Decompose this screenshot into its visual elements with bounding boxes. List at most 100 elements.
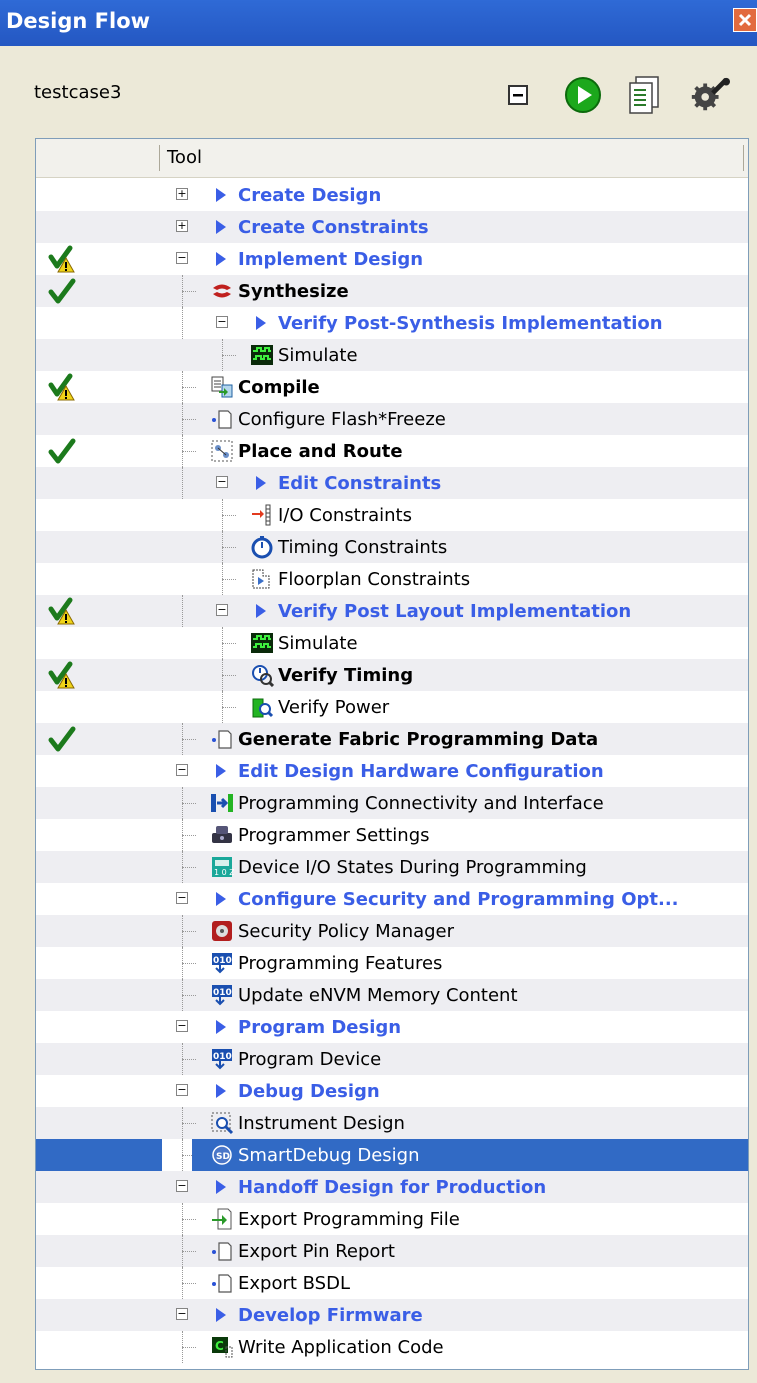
tree-item-label[interactable]: Configure Flash*Freeze — [232, 409, 446, 430]
tree-item-label[interactable]: Verify Timing — [272, 665, 413, 686]
tree-item-label[interactable]: Develop Firmware — [232, 1305, 423, 1326]
tree-row[interactable]: − Program Design — [36, 1011, 748, 1043]
tree-row[interactable]: Verify Power — [36, 691, 748, 723]
collapse-node-icon[interactable]: − — [176, 892, 188, 904]
collapse-node-icon[interactable]: − — [176, 1180, 188, 1192]
column-tool-header[interactable]: Tool — [167, 147, 202, 168]
tree-row[interactable]: − Verify Post-Synthesis Implementation — [36, 307, 748, 339]
collapse-node-icon[interactable]: − — [216, 316, 228, 328]
tree-item-label[interactable]: Program Device — [232, 1049, 381, 1070]
tree-item-label[interactable]: Debug Design — [232, 1081, 380, 1102]
tree-item-label[interactable]: Programmer Settings — [232, 825, 430, 846]
tree-row[interactable]: Security Policy Manager — [36, 915, 748, 947]
tree-item-label[interactable]: Handoff Design for Production — [232, 1177, 546, 1198]
tree-row[interactable]: C Write Application Code — [36, 1331, 748, 1363]
tree-row[interactable]: Compile — [36, 371, 748, 403]
tree-row[interactable]: Timing Constraints — [36, 531, 748, 563]
tree-row[interactable]: Programmer Settings — [36, 819, 748, 851]
tree-row[interactable]: + Create Design — [36, 179, 748, 211]
expand-icon[interactable]: + — [176, 220, 188, 232]
tree-row[interactable]: Configure Flash*Freeze — [36, 403, 748, 435]
project-name: testcase3 — [34, 82, 122, 103]
collapse-node-icon[interactable]: − — [176, 764, 188, 776]
tree-item-label[interactable]: Update eNVM Memory Content — [232, 985, 518, 1006]
tree-row[interactable]: − Debug Design — [36, 1075, 748, 1107]
tree-item-label[interactable]: Edit Design Hardware Configuration — [232, 761, 604, 782]
io-constraints-icon — [250, 503, 274, 527]
tree-row[interactable]: − Verify Post Layout Implementation — [36, 595, 748, 627]
collapse-node-icon[interactable]: − — [216, 604, 228, 616]
tree-item-label[interactable]: Programming Connectivity and Interface — [232, 793, 604, 814]
tree-item-label[interactable]: Device I/O States During Programming — [232, 857, 587, 878]
design-flow-tree: Tool + Create Design + Create Constraints − I… — [35, 138, 749, 1370]
tree-row[interactable]: Export BSDL — [36, 1267, 748, 1299]
tree-row[interactable]: Programming Connectivity and Interface — [36, 787, 748, 819]
collapse-icon[interactable] — [497, 74, 539, 116]
collapse-node-icon[interactable]: − — [176, 1084, 188, 1096]
tree-item-label[interactable]: Export Pin Report — [232, 1241, 395, 1262]
group-arrow-icon — [256, 604, 266, 618]
tree-item-label[interactable]: Write Application Code — [232, 1337, 444, 1358]
tree-item-label[interactable]: Implement Design — [232, 249, 423, 270]
tree-item-label[interactable]: Simulate — [272, 345, 358, 366]
check-icon — [48, 277, 76, 305]
tree-row[interactable]: − Edit Design Hardware Configuration — [36, 755, 748, 787]
tree-item-label[interactable]: Place and Route — [232, 441, 403, 462]
tree-item-label[interactable]: Synthesize — [232, 281, 349, 302]
collapse-node-icon[interactable]: − — [176, 1020, 188, 1032]
tree-row[interactable]: 010 Update eNVM Memory Content — [36, 979, 748, 1011]
tree-row[interactable]: − Edit Constraints — [36, 467, 748, 499]
tree-item-label[interactable]: Verify Power — [272, 697, 389, 718]
tree-row[interactable]: + Create Constraints — [36, 211, 748, 243]
tree-item-label[interactable]: I/O Constraints — [272, 505, 412, 526]
tree-item-label[interactable]: Edit Constraints — [272, 473, 441, 494]
tree-row[interactable]: Simulate — [36, 627, 748, 659]
tree-row[interactable]: − Handoff Design for Production — [36, 1171, 748, 1203]
status-cell — [36, 851, 162, 883]
tree-item-label[interactable]: Security Policy Manager — [232, 921, 454, 942]
status-cell — [36, 435, 162, 467]
tree-item-label[interactable]: Configure Security and Programming Opt..… — [232, 889, 679, 910]
tree-item-label[interactable]: Create Design — [232, 185, 381, 206]
expand-icon[interactable]: + — [176, 188, 188, 200]
tree-row[interactable]: Place and Route — [36, 435, 748, 467]
tree-row[interactable]: − Implement Design — [36, 243, 748, 275]
collapse-node-icon[interactable]: − — [216, 476, 228, 488]
collapse-node-icon[interactable]: − — [176, 252, 188, 264]
tree-row[interactable]: 010 Programming Features — [36, 947, 748, 979]
tree-row[interactable]: Floorplan Constraints — [36, 563, 748, 595]
tree-row[interactable]: Simulate — [36, 339, 748, 371]
tree-row[interactable]: − Configure Security and Programming Opt.… — [36, 883, 748, 915]
tree-item-label[interactable]: Export BSDL — [232, 1273, 350, 1294]
tree-row[interactable]: Generate Fabric Programming Data — [36, 723, 748, 755]
tree-item-label[interactable]: Programming Features — [232, 953, 442, 974]
tree-item-label[interactable]: Simulate — [272, 633, 358, 654]
tree-row[interactable]: Export Programming File — [36, 1203, 748, 1235]
run-icon[interactable] — [562, 74, 604, 116]
tree-item-label[interactable]: Timing Constraints — [272, 537, 447, 558]
tree-item-label[interactable]: Compile — [232, 377, 320, 398]
tree-row[interactable]: Export Pin Report — [36, 1235, 748, 1267]
tree-row[interactable]: Instrument Design — [36, 1107, 748, 1139]
close-icon[interactable] — [733, 8, 757, 32]
tree-item-label[interactable]: Create Constraints — [232, 217, 429, 238]
code-icon: C — [210, 1335, 234, 1359]
tree-row[interactable]: I/O Constraints — [36, 499, 748, 531]
tree-item-label[interactable]: Generate Fabric Programming Data — [232, 729, 598, 750]
collapse-node-icon[interactable]: − — [176, 1308, 188, 1320]
tree-row[interactable]: 010 Program Device — [36, 1043, 748, 1075]
tree-row[interactable]: Synthesize — [36, 275, 748, 307]
tree-item-label[interactable]: Verify Post Layout Implementation — [272, 601, 631, 622]
tree-item-label[interactable]: Instrument Design — [232, 1113, 405, 1134]
tree-row[interactable]: − Develop Firmware — [36, 1299, 748, 1331]
tree-row[interactable]: 1 0 Z Device I/O States During Programmin… — [36, 851, 748, 883]
tree-row[interactable]: Verify Timing — [36, 659, 748, 691]
check-icon — [48, 437, 76, 465]
report-icon[interactable] — [623, 74, 665, 116]
tree-row[interactable]: SD SmartDebug Design — [36, 1139, 748, 1171]
tree-item-label[interactable]: Program Design — [232, 1017, 401, 1038]
settings-icon[interactable] — [688, 74, 730, 116]
tree-item-label[interactable]: Export Programming File — [232, 1209, 460, 1230]
tree-item-label[interactable]: Floorplan Constraints — [272, 569, 470, 590]
tree-item-label[interactable]: Verify Post-Synthesis Implementation — [272, 313, 663, 334]
